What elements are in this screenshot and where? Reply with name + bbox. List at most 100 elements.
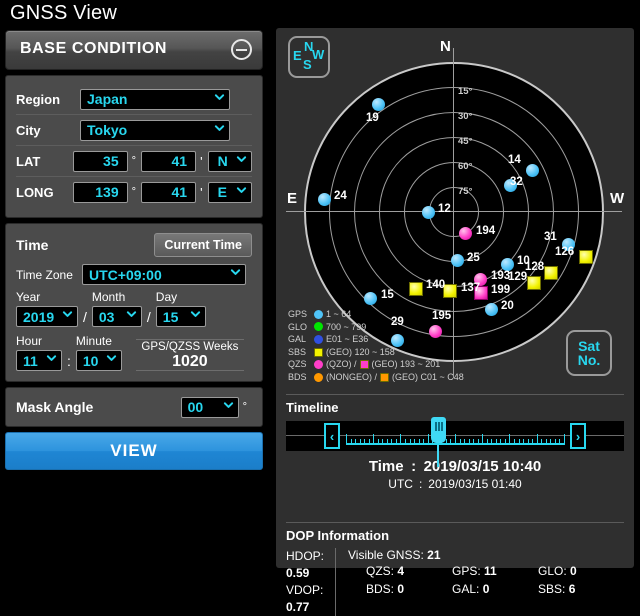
- local-time-readout: Time : 2019/03/15 10:40: [286, 458, 624, 475]
- utc-time-value: 2019/03/15 01:40: [428, 477, 522, 491]
- region-row: Region Japan: [16, 84, 252, 114]
- mask-angle-unit: °: [242, 401, 247, 413]
- timeline-next-button[interactable]: ›: [570, 423, 586, 449]
- long-minute-unit: ': [200, 184, 203, 200]
- local-time-value: 2019/03/15 10:40: [423, 458, 542, 475]
- compass-east-label: E: [293, 48, 302, 63]
- base-condition-title: BASE CONDITION: [20, 40, 168, 57]
- month-select[interactable]: 03: [91, 306, 142, 327]
- lat-hemisphere-select[interactable]: N: [207, 150, 252, 172]
- elevation-label-45: 45°: [458, 136, 473, 147]
- satellite-dot-icon: [451, 254, 464, 267]
- long-degrees-value: 139: [95, 184, 119, 200]
- satellite-label: 193: [491, 270, 511, 282]
- satellite-label: 15: [381, 289, 394, 301]
- city-row: City Tokyo: [16, 114, 252, 145]
- legend-constellation-name: BDS: [288, 371, 307, 382]
- mask-angle-value: 00: [187, 399, 204, 415]
- satellite-dot-icon: [372, 98, 385, 111]
- view-button[interactable]: VIEW: [5, 432, 263, 470]
- hdop-label: HDOP:: [286, 549, 325, 563]
- day-value: 15: [162, 308, 179, 325]
- timeline-handle[interactable]: [431, 417, 446, 467]
- sat-no-line1: Sat: [578, 338, 600, 354]
- base-condition-header[interactable]: BASE CONDITION: [5, 30, 263, 70]
- minus-circle-icon[interactable]: [231, 39, 252, 60]
- count-bds: BDS: 0: [366, 581, 452, 598]
- satellite-square-icon: [579, 250, 593, 264]
- city-select[interactable]: Tokyo: [80, 119, 230, 141]
- chevron-down-icon: [215, 126, 224, 135]
- elevation-label-75: 75°: [458, 186, 473, 197]
- date-separator-1: /: [83, 309, 87, 325]
- date-row: Year 2019 / Month 03 / Day 15: [16, 290, 252, 327]
- legend-constellation-name: SBS: [288, 346, 307, 357]
- satellite-dot-icon: [459, 227, 472, 240]
- hour-select[interactable]: 11: [16, 350, 62, 371]
- time-zone-value: UTC+09:00: [89, 266, 162, 283]
- legend-range-text: (QZO) /: [326, 359, 357, 370]
- satellite-dot-icon: [318, 193, 331, 206]
- long-degrees-input[interactable]: 139: [72, 181, 128, 203]
- count-qzs: QZS: 4: [366, 563, 452, 580]
- lat-degrees-input[interactable]: 35: [72, 150, 128, 172]
- long-degree-unit: °: [131, 186, 137, 198]
- divider-dop: [286, 522, 624, 523]
- cardinal-east: E: [287, 190, 298, 207]
- utc-time-label: UTC :: [388, 477, 429, 491]
- day-select[interactable]: 15: [155, 306, 206, 327]
- timeline-prev-button[interactable]: ‹: [324, 423, 340, 449]
- hdop-row: HDOP: 0.59: [286, 548, 335, 582]
- minute-select[interactable]: 10: [75, 350, 122, 371]
- sat-no-button[interactable]: Sat No.: [566, 330, 612, 376]
- long-label: LONG: [16, 184, 54, 200]
- legend-range-text-geo: (GEO) C01 ~ C48: [392, 371, 464, 382]
- legend-marker-geo-icon: [380, 372, 389, 382]
- satellite-label: 14: [508, 154, 521, 166]
- mask-angle-select[interactable]: 00: [180, 396, 239, 418]
- region-select[interactable]: Japan: [80, 88, 230, 110]
- year-select[interactable]: 2019: [16, 306, 78, 327]
- legend-item: BDS (NONGEO) / (GEO) C01 ~ C48: [288, 371, 464, 384]
- minute-label: Minute: [75, 334, 112, 348]
- current-time-button[interactable]: Current Time: [154, 233, 252, 257]
- legend-marker-icon: [314, 360, 323, 370]
- chevron-down-icon: [224, 403, 233, 412]
- timeline-readout: Time : 2019/03/15 10:40 UTC : 2019/03/15…: [286, 458, 624, 491]
- time-of-day-row: Hour 11 : Minute 10 GPS/QZSS Weeks 1020: [16, 334, 252, 371]
- gps-weeks-label: GPS/QZSS Weeks: [141, 341, 239, 353]
- gnss-view-window: GNSS View BASE CONDITION Region Japan Ci…: [0, 0, 640, 616]
- dop-divider: [335, 548, 336, 616]
- year-field: Year 2019: [16, 290, 78, 327]
- utc-time-readout: UTC : 2019/03/15 01:40: [286, 477, 624, 491]
- long-hemisphere-select[interactable]: E: [207, 181, 252, 203]
- satellite-square-icon: [527, 276, 541, 290]
- dop-header: DOP Information: [286, 528, 390, 543]
- legend-constellation-name: GAL: [288, 334, 307, 345]
- time-header-row: Time Current Time: [16, 232, 252, 258]
- satellite-label: 24: [334, 190, 347, 202]
- time-zone-label: Time Zone: [16, 267, 73, 282]
- time-label: Time: [16, 237, 49, 253]
- count-sbs: SBS: 6: [538, 581, 624, 598]
- legend-range-text: (GEO) 120 ~ 158: [326, 346, 395, 357]
- legend-constellation-name: QZS: [288, 359, 307, 370]
- cardinal-west: W: [610, 190, 625, 207]
- lat-degree-unit: °: [131, 155, 137, 167]
- legend-marker-icon: [314, 309, 323, 319]
- visible-gnss-value: 21: [427, 548, 441, 562]
- legend-marker-icon: [314, 372, 323, 382]
- timeline-track[interactable]: ‹ ›: [286, 417, 624, 467]
- sat-no-line2: No.: [577, 352, 601, 368]
- time-panel: Time Current Time Time Zone UTC+09:00 Ye…: [5, 223, 263, 382]
- lat-minutes-input[interactable]: 41: [141, 150, 197, 172]
- counts-row-2: BDS: 0 GAL: 0 SBS: 6: [348, 581, 624, 598]
- satellite-dot-icon: [526, 164, 539, 177]
- minute-field: Minute 10: [75, 334, 122, 371]
- count-gal: GAL: 0: [452, 581, 538, 598]
- satellite-label: 199: [491, 284, 511, 296]
- long-minutes-input[interactable]: 41: [141, 181, 197, 203]
- legend-range-text-geo: (GEO) 193 ~ 201: [371, 359, 441, 370]
- satellite-dot-icon: [485, 303, 498, 316]
- time-zone-select[interactable]: UTC+09:00: [82, 264, 246, 285]
